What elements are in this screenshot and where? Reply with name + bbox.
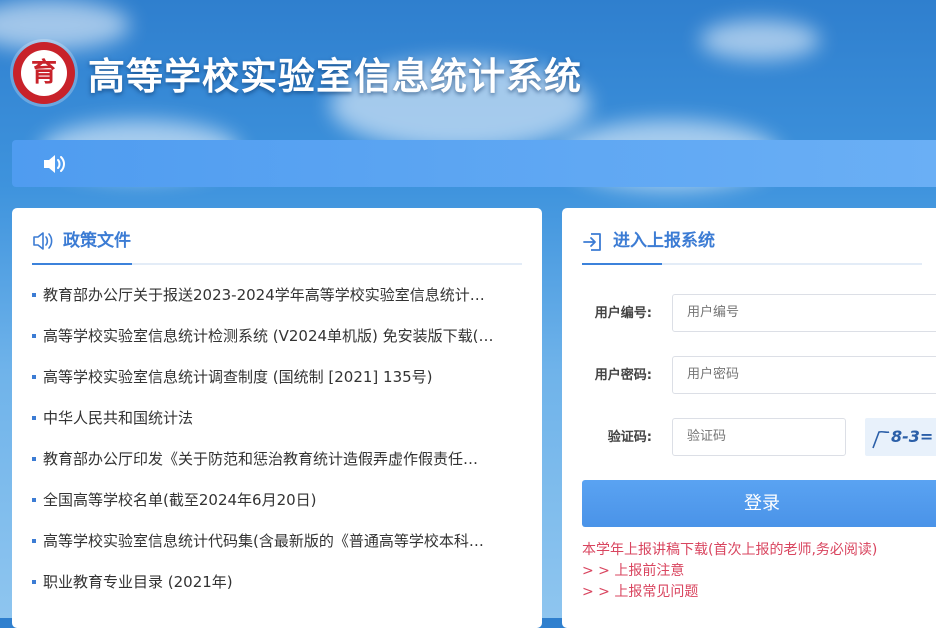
login-panel-header: 进入上报系统 (582, 230, 922, 265)
policy-panel-title: 政策文件 (63, 231, 131, 251)
password-row: 用户密码: (562, 356, 936, 396)
notice-bar (12, 140, 936, 187)
guide-download-link[interactable]: 本学年上报讲稿下载(首次上报的老师,务必阅读) (582, 540, 877, 560)
password-input[interactable] (672, 356, 936, 394)
login-panel: 进入上报系统 用户编号: 用户密码: 验证码: 8-3= 登录 本学年上报讲稿下… (562, 208, 936, 628)
policy-document-link[interactable]: 高等学校实验室信息统计调查制度 (国统制 [2021] 135号) (32, 366, 522, 407)
svg-text:8-3=: 8-3= (891, 427, 933, 446)
policy-document-list: 教育部办公厅关于报送2023-2024学年高等学校实验室信息统计… 高等学校实验… (32, 284, 522, 612)
login-button[interactable]: 登录 (582, 480, 936, 527)
policy-document-link[interactable]: 中华人民共和国统计法 (32, 407, 522, 448)
user-id-input[interactable] (672, 294, 936, 332)
site-header: 育 高等学校实验室信息统计系统 (0, 0, 936, 140)
site-title: 高等学校实验室信息统计系统 (88, 55, 582, 98)
policy-document-link[interactable]: 教育部办公厅印发《关于防范和惩治教育统计造假弄虚作假责任… (32, 448, 522, 489)
user-id-label: 用户编号: (594, 306, 652, 321)
logo-glyph: 育 (30, 58, 57, 88)
site-logo: 育 (13, 42, 75, 104)
policy-document-link[interactable]: 全国高等学校名单(截至2024年6月20日) (32, 489, 522, 530)
captcha-image[interactable]: 8-3= (865, 418, 936, 456)
policy-document-link[interactable]: 教育部办公厅关于报送2023-2024学年高等学校实验室信息统计… (32, 284, 522, 325)
pre-report-notice-link[interactable]: > > 上报前注意 (582, 561, 684, 581)
captcha-label: 验证码: (607, 430, 652, 445)
faq-link[interactable]: > > 上报常见问题 (582, 582, 698, 602)
login-icon (582, 231, 604, 257)
password-label: 用户密码: (594, 368, 652, 383)
captcha-input[interactable] (672, 418, 846, 456)
user-id-row: 用户编号: (562, 294, 936, 334)
speaker-outline-icon (32, 231, 56, 255)
login-panel-title: 进入上报系统 (613, 231, 715, 251)
policy-panel-header: 政策文件 (32, 230, 522, 265)
policy-panel: 政策文件 教育部办公厅关于报送2023-2024学年高等学校实验室信息统计… 高… (12, 208, 542, 628)
speaker-icon (42, 153, 68, 179)
policy-document-link[interactable]: 高等学校实验室信息统计代码集(含最新版的《普通高等学校本科… (32, 530, 522, 571)
policy-document-link[interactable]: 高等学校实验室信息统计检测系统 (V2024单机版) 免安装版下载(… (32, 325, 522, 366)
policy-document-link[interactable]: 职业教育专业目录 (2021年) (32, 571, 522, 612)
captcha-row: 验证码: 8-3= (562, 418, 936, 458)
